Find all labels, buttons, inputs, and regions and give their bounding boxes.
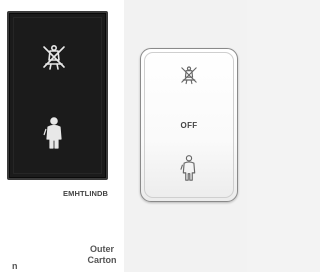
no-attendant-bell-icon xyxy=(43,44,65,70)
attendant-icon xyxy=(43,117,62,149)
table-column-header-outer-carton: Outer Carton xyxy=(87,244,117,265)
dark-switch-plate xyxy=(7,11,108,180)
model-number-label: EMHTLINDB xyxy=(63,189,109,198)
no-attendant-bell-icon xyxy=(181,66,197,85)
off-label: OFF xyxy=(180,121,198,130)
product-column-white: OFF xyxy=(124,0,247,272)
white-switch-plate: OFF xyxy=(140,48,238,202)
plate-inner-edge xyxy=(13,17,102,174)
attendant-icon xyxy=(180,155,196,181)
table-column-header-partial: n xyxy=(12,261,18,271)
product-column-dark: EMHTLINDB n Outer Carton xyxy=(0,0,124,272)
